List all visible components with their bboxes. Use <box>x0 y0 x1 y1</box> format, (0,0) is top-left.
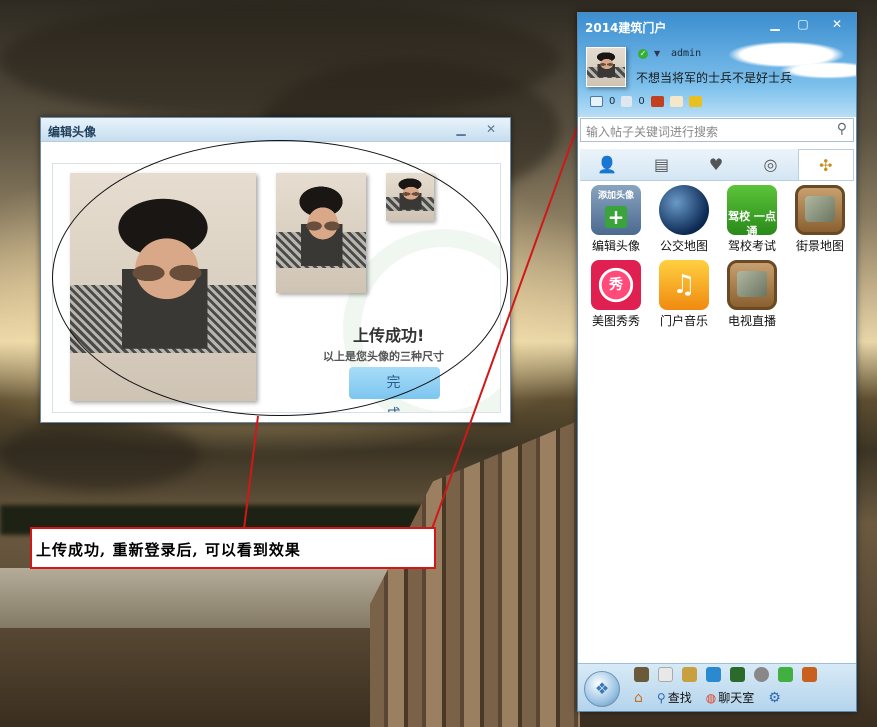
avatar-medium <box>276 173 366 293</box>
tv-icon <box>795 185 845 235</box>
avatar-preview-area: 上传成功! 以上是您头像的三种尺寸 完成 <box>52 163 501 413</box>
lifebuoy-icon: ◍ <box>705 690 717 705</box>
tab-contacts[interactable]: 👤 <box>580 149 634 180</box>
meitu-icon: 秀 <box>591 260 641 310</box>
online-status-icon[interactable]: ✓ <box>638 49 648 59</box>
photo-icon[interactable] <box>650 96 664 107</box>
avatar-small <box>386 173 434 221</box>
annotation-text: 上传成功, 重新登录后, 可以看到效果 <box>36 541 301 559</box>
find-label: 查找 <box>667 691 692 705</box>
chat-room-label: 聊天室 <box>718 691 755 705</box>
compass-icon: ◎ <box>763 155 778 174</box>
signpost-icon: ✣ <box>819 156 833 175</box>
edit-avatar-dialog: 编辑头像 ▁ ✕ 上传成功! 以上是您头像的三种尺寸 完成 <box>40 117 511 423</box>
globe-icon <box>659 185 709 235</box>
panel-header: 2014建筑门户 ▁ ▢ ✕ ✓ ▼ admin 不想当将军的士兵不是好士兵 0… <box>578 13 856 117</box>
search-input[interactable]: 输入帖子关键词进行搜索 <box>586 123 718 140</box>
user-signature[interactable]: 不想当将军的士兵不是好士兵 <box>636 69 792 86</box>
tab-explore[interactable]: ◎ <box>743 149 797 180</box>
minimize-icon[interactable]: ▁ <box>450 120 472 138</box>
close-icon[interactable]: ✕ <box>480 120 502 138</box>
add-avatar-icon: 添加头像 + <box>591 185 641 235</box>
app-bus-map[interactable]: 公交地图 <box>650 185 718 254</box>
home-icon: ⌂ <box>634 689 643 706</box>
zone-icon[interactable] <box>706 667 721 682</box>
username: admin <box>671 48 702 59</box>
cube-icon: ❖ <box>594 679 610 698</box>
contacts-icon[interactable] <box>634 667 649 682</box>
user-avatar[interactable] <box>586 47 626 87</box>
notes-icon: ▤ <box>654 155 670 174</box>
clock-icon[interactable] <box>754 667 769 682</box>
contacts-icon: 👤 <box>597 155 618 174</box>
tv-icon <box>727 260 777 310</box>
app-label: 驾校考试 <box>727 239 776 253</box>
bag-icon[interactable] <box>802 667 817 682</box>
basket-icon[interactable] <box>682 667 697 682</box>
app-meitu[interactable]: 秀 美图秀秀 <box>582 260 650 329</box>
chat-room-button[interactable]: ◍ 聊天室 <box>706 689 755 706</box>
app-tv-live[interactable]: 电视直播 <box>718 260 786 329</box>
app-icon-text: 添加头像 <box>597 191 634 201</box>
app-driving-test[interactable]: 驾校 一点通 驾校考试 <box>718 185 786 254</box>
done-button[interactable]: 完成 <box>349 367 440 412</box>
avatar-sizes-hint: 以上是您头像的三种尺寸 <box>323 350 444 363</box>
bottom-links: ⌂ ⚲ 查找 ◍ 聊天室 ⚙ <box>634 689 781 706</box>
maximize-icon[interactable]: ▢ <box>792 15 814 33</box>
search-icon[interactable]: ⚲ <box>837 121 847 137</box>
gear-icon: ⚙ <box>768 689 781 706</box>
heart-icon: ♥ <box>708 155 724 174</box>
app-label: 电视直播 <box>727 314 776 328</box>
app-label: 美图秀秀 <box>591 314 640 328</box>
app-label: 编辑头像 <box>591 239 640 253</box>
quick-icons-row: 0 0 <box>590 96 702 107</box>
wallpaper-water <box>0 568 420 628</box>
upload-success-text: 上传成功! <box>353 326 425 345</box>
minimize-icon[interactable]: ▁ <box>764 15 786 33</box>
app-icon-text: 秀 <box>609 277 623 293</box>
app-label: 街景地图 <box>795 239 844 253</box>
speaker-icon[interactable] <box>621 96 633 107</box>
music-note-icon: ♫ <box>659 260 709 310</box>
app-edit-avatar[interactable]: 添加头像 + 编辑头像 <box>582 185 650 254</box>
search-icon: ⚲ <box>656 690 666 705</box>
app-label: 公交地图 <box>659 239 708 253</box>
sound-count: 0 <box>638 96 645 107</box>
app-grid: 添加头像 + 编辑头像 公交地图 驾校 一点通 驾校考试 街景地图 秀 美图秀秀 <box>582 185 854 329</box>
driving-school-icon: 驾校 一点通 <box>727 185 777 238</box>
settings-button[interactable]: ⚙ <box>768 690 781 706</box>
panel-tabs: 👤 ▤ ♥ ◎ ✣ <box>580 149 855 181</box>
app-portal-music[interactable]: ♫ 门户音乐 <box>650 260 718 329</box>
close-icon[interactable]: ✕ <box>826 15 848 33</box>
panel-bottom-bar: ❖ ⌂ ⚲ 查找 ◍ 聊天室 ⚙ <box>578 663 856 711</box>
wallpaper-pier <box>370 420 580 727</box>
notepad-icon[interactable] <box>658 667 673 682</box>
app-label: 门户音乐 <box>659 314 708 328</box>
wallpaper-cloud <box>0 420 200 490</box>
mail-icon[interactable] <box>590 96 603 107</box>
portal-panel: 2014建筑门户 ▁ ▢ ✕ ✓ ▼ admin 不想当将军的士兵不是好士兵 0… <box>577 12 857 712</box>
apps-grid-icon[interactable] <box>688 96 702 107</box>
dialog-title: 编辑头像 <box>48 125 97 139</box>
app-icon-text: 驾校 一点通 <box>728 210 776 238</box>
app-street-view[interactable]: 街景地图 <box>786 185 854 254</box>
dialog-titlebar[interactable]: 编辑头像 ▁ ✕ <box>41 118 510 142</box>
annotation-box: 上传成功, 重新登录后, 可以看到效果 <box>30 527 436 569</box>
status-dropdown-icon[interactable]: ▼ <box>654 49 660 58</box>
main-menu-button[interactable]: ❖ <box>584 671 620 707</box>
tab-favorites[interactable]: ♥ <box>689 149 743 180</box>
edit-note-icon[interactable] <box>669 96 683 107</box>
search-box[interactable]: 输入帖子关键词进行搜索 ⚲ <box>580 118 854 142</box>
shield-icon[interactable] <box>730 667 745 682</box>
tab-apps[interactable]: ✣ <box>797 149 855 180</box>
home-button[interactable]: ⌂ <box>634 690 643 706</box>
tab-notes[interactable]: ▤ <box>634 149 688 180</box>
mail-count: 0 <box>609 96 616 107</box>
chat-bubble-icon[interactable] <box>778 667 793 682</box>
app-icon-text: ♫ <box>672 270 696 300</box>
panel-title: 2014建筑门户 <box>585 21 667 35</box>
avatar-large <box>70 173 256 401</box>
find-button[interactable]: ⚲ 查找 <box>657 689 692 706</box>
tray-icons <box>634 667 817 682</box>
